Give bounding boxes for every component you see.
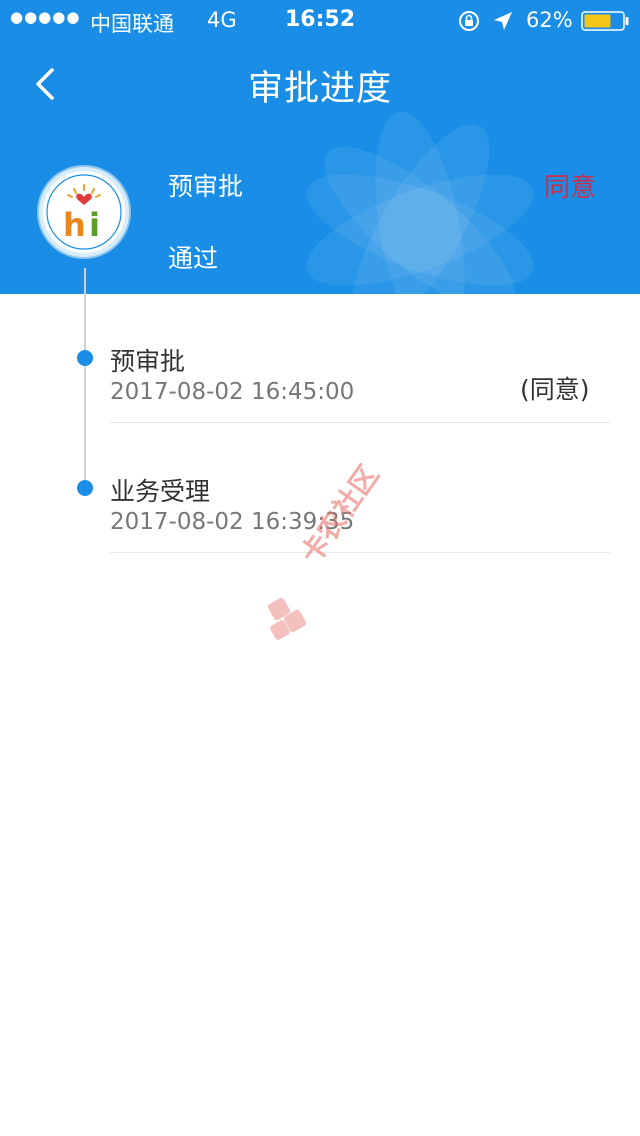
header-area: ●●●●● 中国联通 4G 16:52 62% 审批进度 h i 预审批 通过 … (0, 0, 640, 294)
header-stage-label: 预审批 (168, 172, 244, 201)
page-title: 审批进度 (247, 69, 392, 109)
hi-logo-icon: h i (39, 167, 129, 257)
timeline-stage: 预审批 (110, 347, 186, 376)
timeline-dot-icon (77, 350, 93, 366)
timeline-result: (同意) (520, 375, 590, 404)
divider (110, 422, 610, 423)
header-result-label: 同意 (544, 173, 597, 203)
location-arrow-icon (494, 12, 512, 30)
battery-icon (581, 11, 629, 31)
divider (110, 552, 610, 553)
battery-percent: 62% (526, 8, 573, 32)
header-status-label: 通过 (168, 244, 219, 273)
timeline-item: 预审批 2017-08-02 16:45:00 (同意) (0, 294, 640, 424)
timeline-stage: 业务受理 (110, 477, 211, 506)
status-bar: ●●●●● 中国联通 4G 16:52 62% (0, 0, 640, 40)
svg-text:i: i (89, 206, 100, 244)
timeline-dot-icon (77, 480, 93, 496)
rotation-lock-icon (459, 11, 479, 31)
svg-text:h: h (63, 206, 86, 244)
avatar: h i (39, 167, 129, 257)
timeline-time: 2017-08-02 16:45:00 (110, 379, 355, 405)
